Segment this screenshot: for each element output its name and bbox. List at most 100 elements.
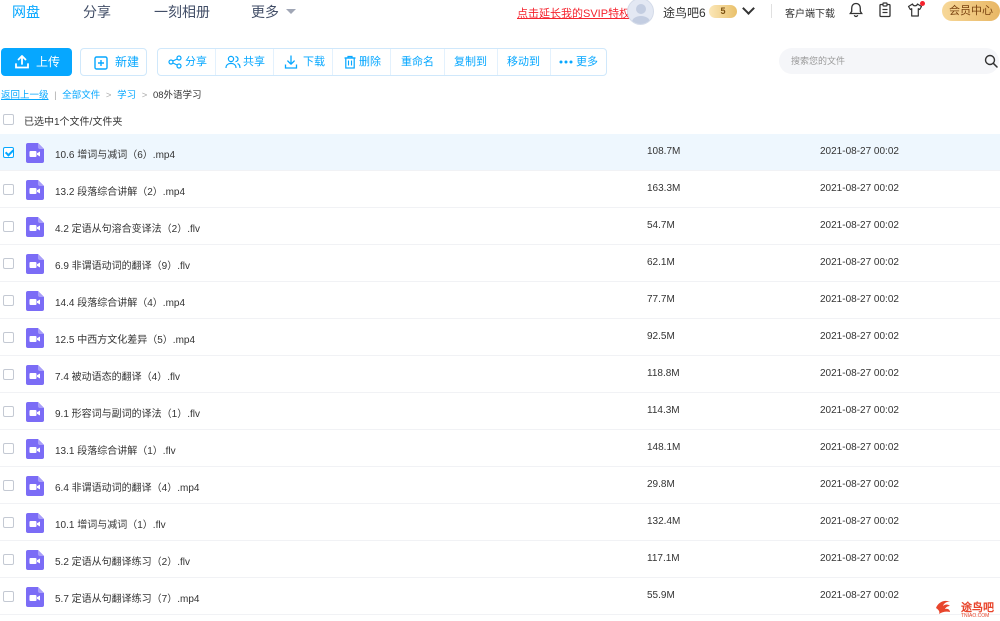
row-checkbox[interactable] <box>3 591 14 602</box>
file-row[interactable]: 10.6 增词与减词（6）.mp4 108.7M 2021-08-27 00:02 <box>0 134 1000 171</box>
file-name[interactable]: 6.9 非谓语动词的翻译（9）.flv <box>55 257 190 272</box>
copy-to-label: 复制到 <box>454 56 487 68</box>
chevron-down-icon[interactable] <box>286 9 296 14</box>
file-name[interactable]: 13.1 段落综合讲解（1）.flv <box>55 442 176 457</box>
file-row[interactable]: 14.4 段落综合讲解（4）.mp4 77.7M 2021-08-27 00:02 <box>0 282 1000 319</box>
breadcrumb-back[interactable]: 返回上一级 <box>1 87 49 101</box>
watermark-subtitle: TNIAO.COM <box>961 613 990 619</box>
file-size: 92.5M <box>647 331 675 342</box>
download-label: 下载 <box>303 56 325 68</box>
download-button[interactable]: 下载 <box>274 49 333 75</box>
file-size: 132.4M <box>647 516 681 527</box>
file-name[interactable]: 5.2 定语从句翻译练习（2）.flv <box>55 553 190 568</box>
file-name[interactable]: 10.1 增词与减词（1）.flv <box>55 516 166 531</box>
file-size: 55.9M <box>647 590 675 601</box>
file-date: 2021-08-27 00:02 <box>820 146 899 157</box>
file-name[interactable]: 10.6 增词与减词（6）.mp4 <box>55 146 175 161</box>
row-checkbox[interactable] <box>3 147 14 158</box>
file-name[interactable]: 6.4 非谓语动词的翻译（4）.mp4 <box>55 479 199 494</box>
new-folder-button[interactable]: 新建 <box>80 48 147 76</box>
svip-extend-link[interactable]: 点击延长我的SVIP特权 <box>517 5 630 21</box>
file-row[interactable]: 5.2 定语从句翻译练习（2）.flv 117.1M 2021-08-27 00:0… <box>0 541 1000 578</box>
file-name[interactable]: 7.4 被动语态的翻译（4）.flv <box>55 368 180 383</box>
search-input[interactable] <box>791 48 981 74</box>
file-name[interactable]: 9.1 形容词与副词的译法（1）.flv <box>55 405 200 420</box>
breadcrumb-divider: | <box>54 90 57 101</box>
co-share-label: 共享 <box>243 56 265 68</box>
nav-tab-share[interactable]: 分享 <box>83 2 111 22</box>
share-button[interactable]: 分享 <box>158 49 216 75</box>
file-date: 2021-08-27 00:02 <box>820 368 899 379</box>
file-name[interactable]: 4.2 定语从句溶合变译法（2）.flv <box>55 220 200 235</box>
row-checkbox[interactable] <box>3 443 14 454</box>
copy-to-button[interactable]: 复制到 <box>445 49 498 75</box>
video-file-icon <box>26 587 44 607</box>
file-row[interactable]: 6.9 非谓语动词的翻译（9）.flv 62.1M 2021-08-27 00:02 <box>0 245 1000 282</box>
co-share-button[interactable]: 共享 <box>216 49 274 75</box>
file-row[interactable]: 10.1 增词与减词（1）.flv 132.4M 2021-08-27 00:02 <box>0 504 1000 541</box>
row-checkbox[interactable] <box>3 332 14 343</box>
file-name[interactable]: 5.7 定语从句翻译练习（7）.mp4 <box>55 590 199 605</box>
member-center-button[interactable]: 会员中心 <box>942 1 1000 21</box>
file-date: 2021-08-27 00:02 <box>820 405 899 416</box>
row-checkbox[interactable] <box>3 406 14 417</box>
breadcrumb-separator: > <box>105 90 112 101</box>
video-file-icon <box>26 328 44 348</box>
file-name[interactable]: 12.5 中西方文化差异（5）.mp4 <box>55 331 195 346</box>
clipboard-icon[interactable] <box>877 2 893 18</box>
file-name[interactable]: 14.4 段落综合讲解（4）.mp4 <box>55 294 185 309</box>
share-icon <box>168 55 182 69</box>
nav-tab-more[interactable]: 更多 <box>251 2 279 22</box>
file-size: 118.8M <box>647 368 680 379</box>
move-to-button[interactable]: 移动到 <box>498 49 551 75</box>
file-row[interactable]: 12.5 中西方文化差异（5）.mp4 92.5M 2021-08-27 00:02 <box>0 319 1000 356</box>
file-date: 2021-08-27 00:02 <box>820 590 899 601</box>
file-size: 77.7M <box>647 294 675 305</box>
video-file-icon <box>26 476 44 496</box>
file-size: 54.7M <box>647 220 675 231</box>
file-size: 108.7M <box>647 146 681 157</box>
file-row[interactable]: 5.7 定语从句翻译练习（7）.mp4 55.9M 2021-08-27 00:02 <box>0 578 1000 615</box>
more-label: 更多 <box>576 56 598 68</box>
breadcrumb-current: 08外语学习 <box>152 90 202 101</box>
rename-label: 重命名 <box>401 56 434 68</box>
search-icon[interactable] <box>984 54 998 68</box>
avatar[interactable] <box>627 0 654 25</box>
file-row[interactable]: 6.4 非谓语动词的翻译（4）.mp4 29.8M 2021-08-27 00:02 <box>0 467 1000 504</box>
trash-icon <box>344 55 356 69</box>
breadcrumb-level1[interactable]: 学习 <box>117 87 136 101</box>
file-row[interactable]: 4.2 定语从句溶合变译法（2）.flv 54.7M 2021-08-27 00:0… <box>0 208 1000 245</box>
more-dots-icon <box>559 60 573 64</box>
file-row[interactable]: 13.2 段落综合讲解（2）.mp4 163.3M 2021-08-27 00:02 <box>0 171 1000 208</box>
move-to-label: 移动到 <box>507 56 540 68</box>
row-checkbox[interactable] <box>3 221 14 232</box>
nav-tab-netdisk[interactable]: 网盘 <box>12 2 40 22</box>
client-download-link[interactable]: 客户端下载 <box>785 5 835 20</box>
nav-tab-album[interactable]: 一刻相册 <box>154 2 210 22</box>
user-menu-chevron-icon[interactable] <box>742 2 755 15</box>
username[interactable]: 途鸟吧6 <box>663 4 706 21</box>
upload-button[interactable]: 上传 <box>1 48 72 76</box>
delete-button[interactable]: 删除 <box>333 49 391 75</box>
file-row[interactable]: 7.4 被动语态的翻译（4）.flv 118.8M 2021-08-27 00:02 <box>0 356 1000 393</box>
search-box <box>779 48 999 74</box>
more-actions-button[interactable]: 更多 <box>551 49 606 75</box>
row-checkbox[interactable] <box>3 554 14 565</box>
new-label: 新建 <box>115 55 140 69</box>
file-name[interactable]: 13.2 段落综合讲解（2）.mp4 <box>55 183 185 198</box>
breadcrumb-all-files[interactable]: 全部文件 <box>62 87 100 101</box>
row-checkbox[interactable] <box>3 258 14 269</box>
top-navigation: 网盘 分享 一刻相册 更多 点击延长我的SVIP特权 途鸟吧6 5 客户端下载 … <box>0 0 1000 25</box>
row-checkbox[interactable] <box>3 295 14 306</box>
row-checkbox[interactable] <box>3 480 14 491</box>
bell-icon[interactable] <box>848 2 864 18</box>
file-row[interactable]: 9.1 形容词与副词的译法（1）.flv 114.3M 2021-08-27 00:… <box>0 393 1000 430</box>
row-checkbox[interactable] <box>3 184 14 195</box>
file-row[interactable]: 13.1 段落综合讲解（1）.flv 148.1M 2021-08-27 00:02 <box>0 430 1000 467</box>
rename-button[interactable]: 重命名 <box>391 49 445 75</box>
row-checkbox[interactable] <box>3 369 14 380</box>
select-all-checkbox[interactable] <box>3 114 14 125</box>
file-date: 2021-08-27 00:02 <box>820 257 899 268</box>
file-date: 2021-08-27 00:02 <box>820 442 899 453</box>
row-checkbox[interactable] <box>3 517 14 528</box>
